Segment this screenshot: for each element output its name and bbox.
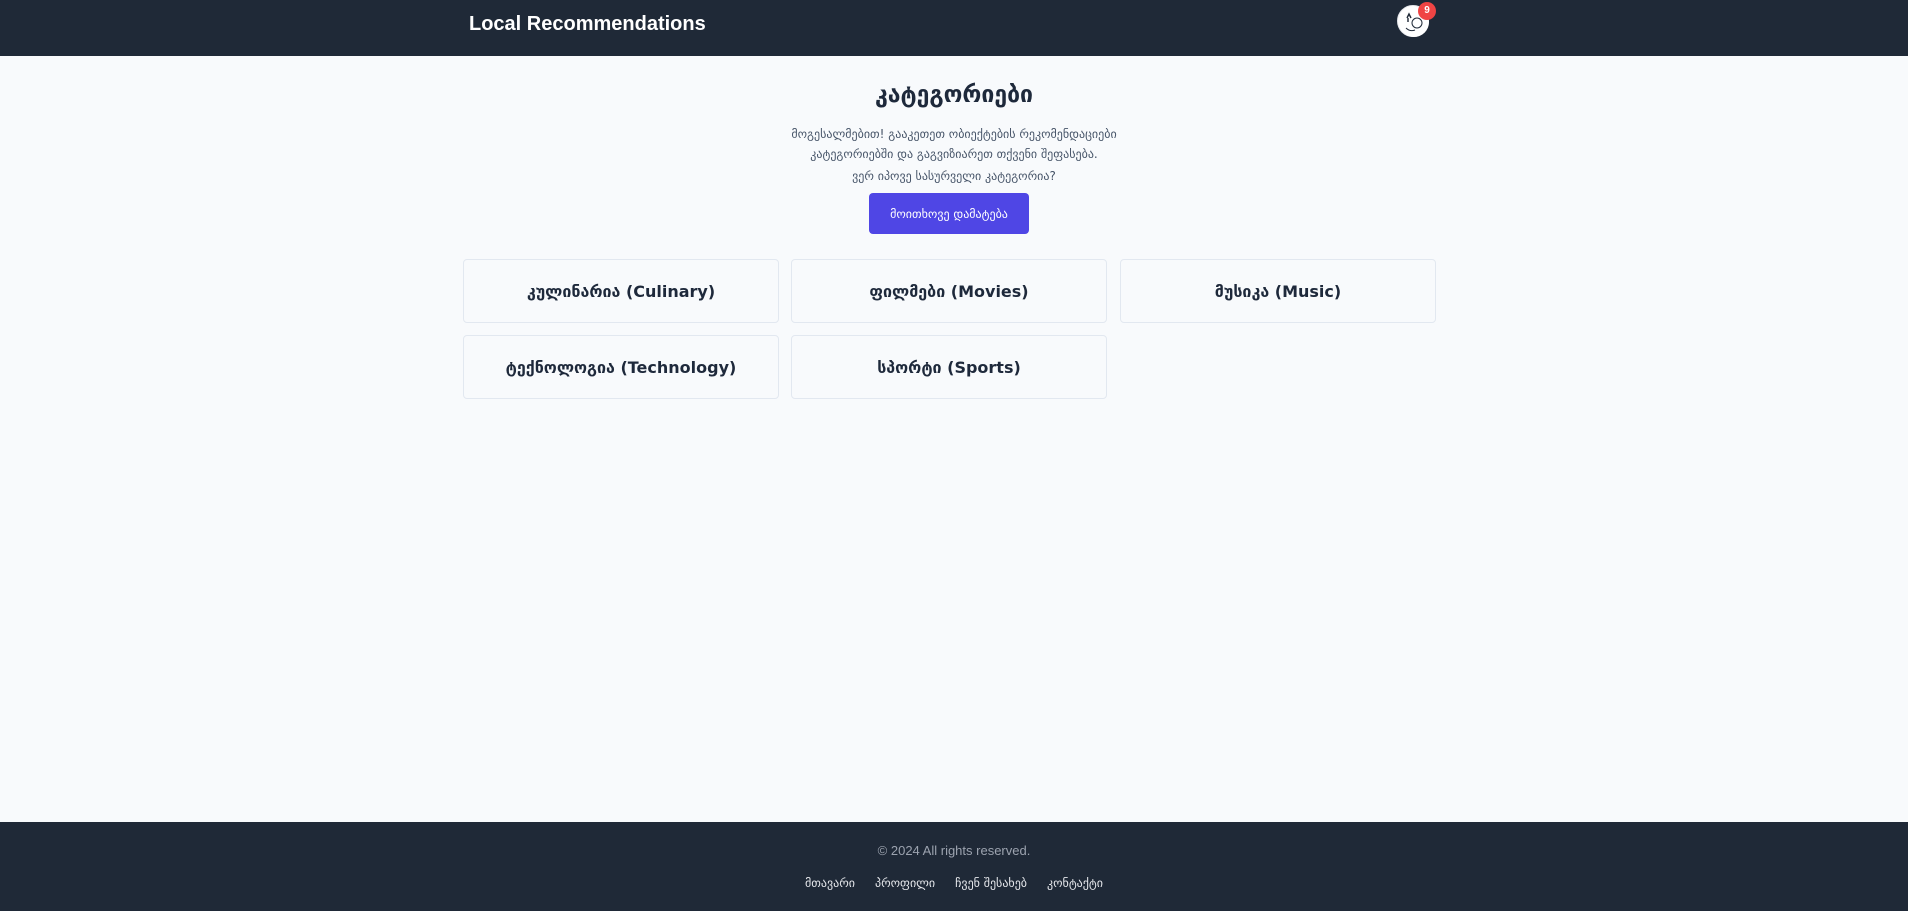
missing-category-hint: ვერ იპოვე სასურველი კატეგორია? xyxy=(852,169,1056,183)
footer-nav: მთავარი პროფილი ჩვენ შესახებ კონტაქტი xyxy=(0,876,1908,890)
page-title: კატეგორიები xyxy=(875,82,1033,108)
copyright-text: © 2024 All rights reserved. xyxy=(877,843,1031,858)
category-card-culinary[interactable]: კულინარია (Culinary) xyxy=(463,259,779,323)
footer-link-about[interactable]: ჩვენ შესახებ xyxy=(955,876,1027,890)
page-footer: © 2024 All rights reserved. მთავარი პროფ… xyxy=(0,822,1908,911)
footer-link-profile[interactable]: პროფილი xyxy=(875,876,935,890)
request-category-button[interactable]: მოითხოვე დამატება xyxy=(869,193,1029,234)
footer-link-contact[interactable]: კონტაქტი xyxy=(1047,876,1103,890)
intro-text: მოგესალმებით! გააკეთეთ ობიექტების რეკომე… xyxy=(791,127,1117,161)
category-card-movies[interactable]: ფილმები (Movies) xyxy=(791,259,1107,323)
footer-link-home[interactable]: მთავარი xyxy=(805,876,855,890)
top-navbar: Local Recommendations 9 xyxy=(0,0,1908,56)
category-card-music[interactable]: მუსიკა (Music) xyxy=(1120,259,1436,323)
category-card-technology[interactable]: ტექნოლოგია (Technology) xyxy=(463,335,779,399)
notification-badge[interactable]: 9 xyxy=(1418,2,1436,20)
category-card-sports[interactable]: სპორტი (Sports) xyxy=(791,335,1107,399)
brand-link[interactable]: Local Recommendations xyxy=(469,13,706,36)
